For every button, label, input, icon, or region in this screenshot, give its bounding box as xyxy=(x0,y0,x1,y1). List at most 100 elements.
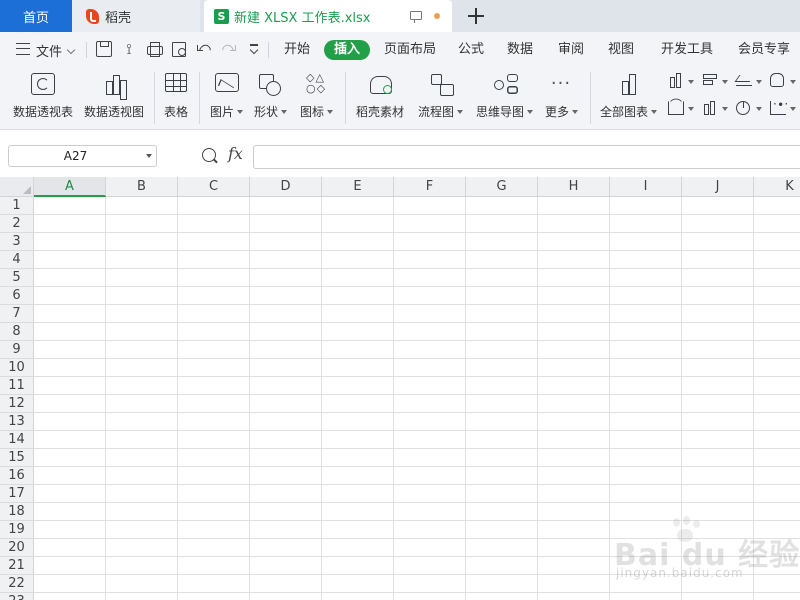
line-chart-icon[interactable] xyxy=(736,73,752,87)
tab-daoke-label: 稻壳 xyxy=(105,10,132,26)
more-button[interactable]: ··· 更多 xyxy=(542,66,582,130)
column-chart-icon[interactable] xyxy=(668,73,684,88)
row-header-16[interactable]: 16 xyxy=(0,467,34,485)
tab-formulas[interactable]: 公式 xyxy=(458,40,484,60)
tab-home[interactable]: 首页 xyxy=(0,0,72,32)
formula-input[interactable] xyxy=(253,145,800,169)
redo-icon[interactable] xyxy=(221,41,237,57)
row-header-19[interactable]: 19 xyxy=(0,521,34,539)
bar-chart-icon[interactable] xyxy=(702,73,718,87)
tab-page-layout[interactable]: 页面布局 xyxy=(384,40,436,60)
column-header-a[interactable]: A xyxy=(34,177,106,197)
name-box[interactable]: A27 xyxy=(8,145,157,167)
column-chart-dropdown-icon[interactable] xyxy=(688,80,694,84)
unsaved-dot-icon[interactable] xyxy=(434,13,440,19)
table-icon xyxy=(165,73,187,92)
tab-daoke[interactable]: 稻壳 xyxy=(72,0,200,32)
zoom-search-icon[interactable] xyxy=(202,148,216,162)
tab-file[interactable]: S 新建 XLSX 工作表.xlsx xyxy=(204,0,452,32)
hamburger-menu-icon[interactable] xyxy=(16,43,30,55)
row-header-1[interactable]: 1 xyxy=(0,197,34,215)
stock-chart-icon[interactable] xyxy=(702,101,718,115)
scatter-chart-icon[interactable] xyxy=(770,97,788,115)
name-box-dropdown-icon[interactable] xyxy=(146,154,152,158)
picture-button[interactable]: 图片 xyxy=(206,66,246,130)
radar-chart-dropdown-icon[interactable] xyxy=(790,80,796,84)
row-header-23[interactable]: 23 xyxy=(0,593,34,600)
row-header-2[interactable]: 2 xyxy=(0,215,34,233)
print-icon[interactable] xyxy=(146,41,163,57)
undo-icon[interactable] xyxy=(196,41,212,57)
row-header-17[interactable]: 17 xyxy=(0,485,34,503)
column-header-h[interactable]: H xyxy=(538,177,610,197)
tab-view[interactable]: 视图 xyxy=(608,40,634,60)
row-header-6[interactable]: 6 xyxy=(0,287,34,305)
tab-start[interactable]: 开始 xyxy=(284,40,310,60)
bar-chart-dropdown-icon[interactable] xyxy=(722,80,728,84)
daoke-material-button[interactable]: 稻壳素材 xyxy=(352,66,410,130)
save-icon[interactable] xyxy=(96,41,112,57)
flowchart-button[interactable]: 流程图 xyxy=(416,66,468,130)
column-header-e[interactable]: E xyxy=(322,177,394,197)
column-header-b[interactable]: B xyxy=(106,177,178,197)
column-header-g[interactable]: G xyxy=(466,177,538,197)
row-header-9[interactable]: 9 xyxy=(0,341,34,359)
column-header-f[interactable]: F xyxy=(394,177,466,197)
pivot-table-button[interactable]: 数据透视表 xyxy=(10,66,76,130)
row-header-11[interactable]: 11 xyxy=(0,377,34,395)
row-header-18[interactable]: 18 xyxy=(0,503,34,521)
row-header-14[interactable]: 14 xyxy=(0,431,34,449)
pie-chart-dropdown-icon[interactable] xyxy=(756,107,762,111)
shape-button[interactable]: 形状 xyxy=(252,66,292,130)
row-header-15[interactable]: 15 xyxy=(0,449,34,467)
column-header-d[interactable]: D xyxy=(250,177,322,197)
scatter-chart-dropdown-icon[interactable] xyxy=(790,107,796,111)
window-tab-bar: 首页 稻壳 S 新建 XLSX 工作表.xlsx xyxy=(0,0,800,32)
row-header-20[interactable]: 20 xyxy=(0,539,34,557)
row-header-13[interactable]: 13 xyxy=(0,413,34,431)
row-header-5[interactable]: 5 xyxy=(0,269,34,287)
print-preview-icon[interactable] xyxy=(171,41,187,57)
monitor-icon[interactable] xyxy=(410,11,422,23)
spreadsheet-grid: ABCDEFGHIJK 1 2 3 4 5 6 7 8 9 10 11 12 13 14 15 16 17 18 1… xyxy=(0,177,800,600)
radar-chart-icon[interactable] xyxy=(770,73,784,87)
stock-chart-dropdown-icon[interactable] xyxy=(722,107,728,111)
tab-file-label: 新建 XLSX 工作表.xlsx xyxy=(234,10,371,26)
tab-insert[interactable]: 插入 xyxy=(324,40,371,60)
all-charts-button[interactable]: 全部图表 xyxy=(598,66,660,130)
mind-map-button[interactable]: 思维导图 xyxy=(474,66,538,130)
row-header-21[interactable]: 21 xyxy=(0,557,34,575)
tab-review[interactable]: 审阅 xyxy=(558,40,584,60)
icon-library-icon xyxy=(306,71,330,95)
row-header-3[interactable]: 3 xyxy=(0,233,34,251)
table-button[interactable]: 表格 xyxy=(160,66,194,130)
tab-data[interactable]: 数据 xyxy=(507,40,533,60)
pie-chart-icon[interactable] xyxy=(736,101,750,115)
tab-member[interactable]: 会员专享 xyxy=(738,40,790,60)
area-chart-dropdown-icon[interactable] xyxy=(688,107,694,111)
tab-developer[interactable]: 开发工具 xyxy=(661,40,713,60)
row-header-22[interactable]: 22 xyxy=(0,575,34,593)
row-header-8[interactable]: 8 xyxy=(0,323,34,341)
column-header-c[interactable]: C xyxy=(178,177,250,197)
file-menu-button[interactable]: 文件 xyxy=(36,41,76,60)
format-painter-icon[interactable]: ⟟ xyxy=(121,41,137,57)
customize-quick-access-icon[interactable] xyxy=(246,41,262,57)
line-chart-dropdown-icon[interactable] xyxy=(756,80,762,84)
row-header-12[interactable]: 12 xyxy=(0,395,34,413)
area-chart-icon[interactable] xyxy=(668,96,684,115)
menu-row: 文件 ⟟ 开始 插入 页面布局 公式 数据 审阅 视图 开发工具 会员专享 xyxy=(0,32,800,66)
column-header-j[interactable]: J xyxy=(682,177,754,197)
column-header-k[interactable]: K xyxy=(754,177,800,197)
pivot-chart-button[interactable]: 数据透视图 xyxy=(82,66,148,130)
ribbon-separator xyxy=(345,72,346,124)
row-header-10[interactable]: 10 xyxy=(0,359,34,377)
column-header-i[interactable]: I xyxy=(610,177,682,197)
new-tab-plus-icon[interactable] xyxy=(467,7,485,25)
row-header-4[interactable]: 4 xyxy=(0,251,34,269)
icon-library-button[interactable]: 图标 xyxy=(298,66,338,130)
row-header-7[interactable]: 7 xyxy=(0,305,34,323)
cell-area[interactable] xyxy=(34,197,800,600)
select-all-corner[interactable] xyxy=(0,177,34,197)
insert-function-fx-icon[interactable]: fx xyxy=(228,144,243,163)
